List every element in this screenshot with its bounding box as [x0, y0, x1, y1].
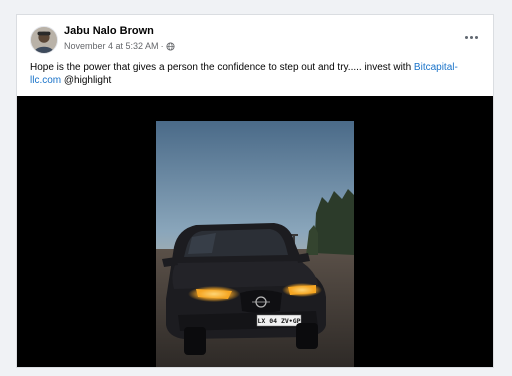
post-text-after-link: @highlight [61, 75, 112, 86]
post-meta: November 4 at 5:32 AM · [64, 41, 175, 51]
post-card: Jabu Nalo Brown November 4 at 5:32 AM · … [16, 14, 494, 368]
author-avatar[interactable] [30, 26, 58, 54]
author-name[interactable]: Jabu Nalo Brown [64, 25, 154, 37]
post-media: LX 04 ZV•GP [17, 96, 493, 367]
post-timestamp[interactable]: November 4 at 5:32 AM [64, 41, 159, 51]
license-plate: LX 04 ZV•GP [257, 317, 300, 325]
video-player[interactable]: LX 04 ZV•GP [156, 121, 354, 367]
post-body: Hope is the power that gives a person th… [30, 61, 485, 87]
car-video-frame: LX 04 ZV•GP [156, 121, 354, 367]
more-options-icon[interactable] [461, 31, 481, 43]
meta-separator: · [160, 41, 164, 51]
post-header: Jabu Nalo Brown November 4 at 5:32 AM · [17, 15, 493, 65]
globe-icon[interactable] [166, 41, 175, 51]
post-text-before-link: Hope is the power that gives a person th… [30, 62, 414, 73]
